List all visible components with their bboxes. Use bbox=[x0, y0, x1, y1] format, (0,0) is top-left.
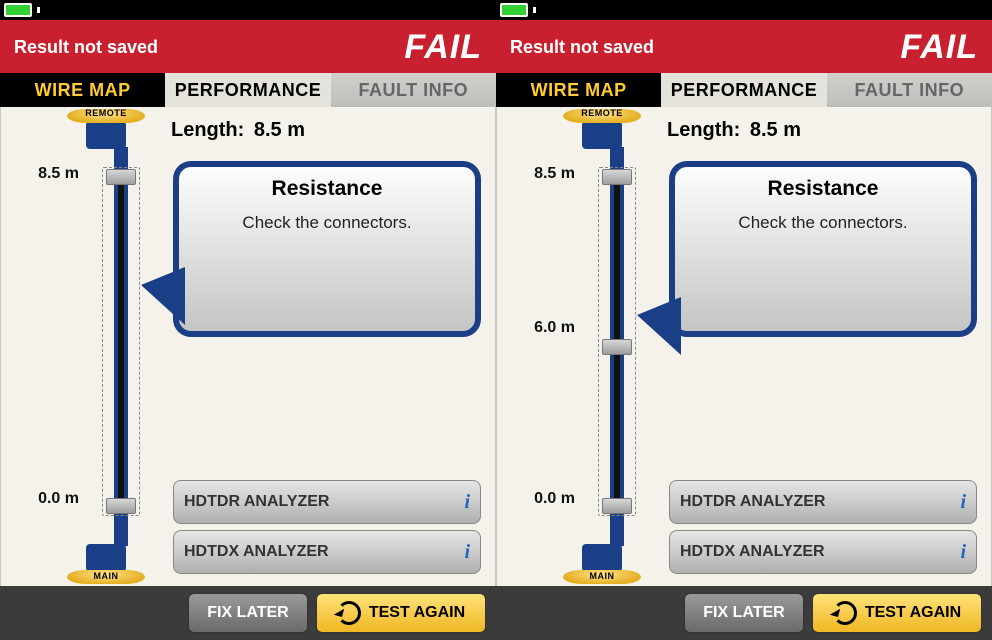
fault-callout[interactable]: Resistance Check the connectors. bbox=[173, 161, 481, 337]
distance-label: 0.0 m bbox=[9, 490, 79, 508]
tab-wire-map[interactable]: WIRE MAP bbox=[496, 73, 661, 107]
tab-bar: WIRE MAP PERFORMANCE FAULT INFO bbox=[0, 73, 496, 107]
bottom-toolbar: FIX LATER TEST AGAIN bbox=[0, 586, 496, 640]
info-icon: i bbox=[464, 491, 470, 514]
fix-later-button[interactable]: FIX LATER bbox=[188, 593, 308, 633]
length-label: Length: bbox=[667, 119, 740, 141]
fault-callout[interactable]: Resistance Check the connectors. bbox=[669, 161, 977, 337]
endpoint-main: MAIN bbox=[61, 544, 151, 584]
length-readout: Length: 8.5 m bbox=[667, 119, 801, 142]
connector-marker bbox=[602, 339, 632, 355]
cable-diagram bbox=[89, 147, 153, 546]
endpoint-remote-label: REMOTE bbox=[563, 108, 641, 118]
device-right: Result not saved FAIL WIRE MAP PERFORMAN… bbox=[496, 0, 992, 640]
hdtdr-label: HDTDR ANALYZER bbox=[680, 493, 825, 511]
hdtdr-analyzer-button[interactable]: HDTDR ANALYZER i bbox=[173, 480, 481, 524]
hdtdr-analyzer-button[interactable]: HDTDR ANALYZER i bbox=[669, 480, 977, 524]
status-bar bbox=[496, 0, 992, 20]
test-again-button[interactable]: TEST AGAIN bbox=[316, 593, 486, 633]
tab-bar: WIRE MAP PERFORMANCE FAULT INFO bbox=[496, 73, 992, 107]
tab-wire-map[interactable]: WIRE MAP bbox=[0, 73, 165, 107]
distance-label: 8.5 m bbox=[505, 165, 575, 183]
cable-span bbox=[102, 167, 140, 516]
endpoint-remote: REMOTE bbox=[557, 109, 647, 149]
result-header: Result not saved FAIL bbox=[0, 20, 496, 73]
callout-tail-icon bbox=[637, 297, 681, 355]
retry-icon bbox=[833, 601, 857, 625]
result-header: Result not saved FAIL bbox=[496, 20, 992, 73]
tab-fault-info[interactable]: FAULT INFO bbox=[827, 73, 992, 107]
distance-label: 8.5 m bbox=[9, 165, 79, 183]
tab-fault-info[interactable]: FAULT INFO bbox=[331, 73, 496, 107]
test-again-button[interactable]: TEST AGAIN bbox=[812, 593, 982, 633]
connector-marker bbox=[106, 169, 136, 185]
main-panel: Length: 8.5 m REMOTE 8.5 m 0.0 m Resista… bbox=[0, 107, 496, 586]
hdtdx-analyzer-button[interactable]: HDTDX ANALYZER i bbox=[173, 530, 481, 574]
hdtdr-label: HDTDR ANALYZER bbox=[184, 493, 329, 511]
distance-label: 6.0 m bbox=[505, 319, 575, 337]
distance-label: 0.0 m bbox=[505, 490, 575, 508]
tab-performance[interactable]: PERFORMANCE bbox=[165, 73, 330, 107]
hdtdx-analyzer-button[interactable]: HDTDX ANALYZER i bbox=[669, 530, 977, 574]
connector-marker bbox=[602, 169, 632, 185]
battery-icon bbox=[500, 3, 532, 17]
retry-icon bbox=[337, 601, 361, 625]
status-bar bbox=[0, 0, 496, 20]
tab-performance[interactable]: PERFORMANCE bbox=[661, 73, 826, 107]
info-icon: i bbox=[464, 541, 470, 564]
info-icon: i bbox=[960, 491, 966, 514]
hdtdx-label: HDTDX ANALYZER bbox=[184, 543, 329, 561]
bottom-toolbar: FIX LATER TEST AGAIN bbox=[496, 586, 992, 640]
main-panel: Length: 8.5 m REMOTE 8.5 m 6.0 m 0.0 m R… bbox=[496, 107, 992, 586]
info-icon: i bbox=[960, 541, 966, 564]
result-badge: FAIL bbox=[900, 28, 978, 67]
save-state-text: Result not saved bbox=[510, 37, 654, 58]
fix-later-button[interactable]: FIX LATER bbox=[684, 593, 804, 633]
endpoint-main: MAIN bbox=[557, 544, 647, 584]
result-badge: FAIL bbox=[404, 28, 482, 67]
endpoint-remote-label: REMOTE bbox=[67, 108, 145, 118]
length-readout: Length: 8.5 m bbox=[171, 119, 305, 142]
connector-marker bbox=[602, 498, 632, 514]
callout-message: Check the connectors. bbox=[675, 213, 971, 233]
length-label: Length: bbox=[171, 119, 244, 141]
hdtdx-label: HDTDX ANALYZER bbox=[680, 543, 825, 561]
test-again-label: TEST AGAIN bbox=[369, 604, 465, 622]
device-left: Result not saved FAIL WIRE MAP PERFORMAN… bbox=[0, 0, 496, 640]
connector-marker bbox=[106, 498, 136, 514]
battery-icon bbox=[4, 3, 36, 17]
callout-tail-icon bbox=[141, 267, 185, 325]
callout-message: Check the connectors. bbox=[179, 213, 475, 233]
callout-title: Resistance bbox=[179, 177, 475, 201]
endpoint-main-label: MAIN bbox=[67, 571, 145, 581]
length-value: 8.5 m bbox=[750, 119, 801, 141]
save-state-text: Result not saved bbox=[14, 37, 158, 58]
length-value: 8.5 m bbox=[254, 119, 305, 141]
test-again-label: TEST AGAIN bbox=[865, 604, 961, 622]
callout-title: Resistance bbox=[675, 177, 971, 201]
endpoint-main-label: MAIN bbox=[563, 571, 641, 581]
endpoint-remote: REMOTE bbox=[61, 109, 151, 149]
